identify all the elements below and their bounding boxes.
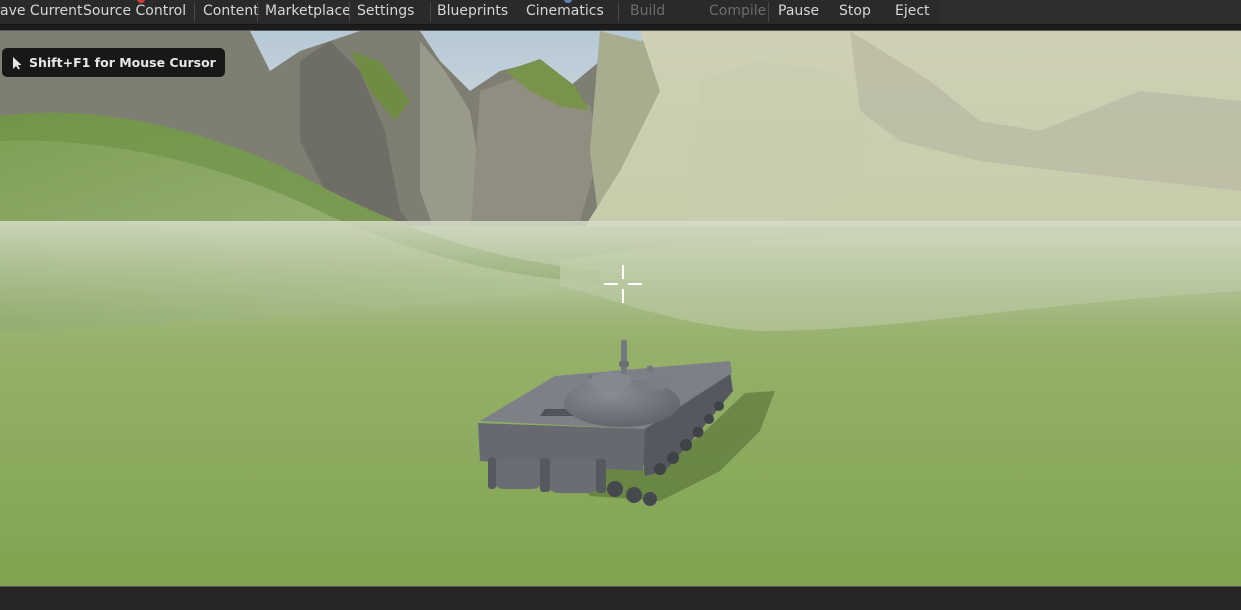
toolbar-divider xyxy=(257,2,258,22)
settings-button[interactable]: Settings xyxy=(357,0,414,22)
mouse-pointer-icon xyxy=(13,56,22,69)
content-button[interactable]: Content xyxy=(203,0,259,22)
toolbar-divider xyxy=(618,2,619,22)
stop-button[interactable]: Stop xyxy=(839,0,871,22)
bottom-panel-bar xyxy=(0,587,1241,610)
marketplace-button[interactable]: Marketplace xyxy=(265,0,351,22)
toolbar-divider xyxy=(430,2,431,22)
crosshair-icon xyxy=(604,265,642,303)
build-button[interactable]: Build xyxy=(630,0,665,22)
toolbar-divider xyxy=(349,2,350,22)
scene-render xyxy=(0,31,1241,586)
mouse-cursor-hint: Shift+F1 for Mouse Cursor xyxy=(2,48,225,77)
source-control-button[interactable]: Source Control xyxy=(83,0,186,22)
editor-toolbar: ave Current Source Control Content Marke… xyxy=(0,0,1241,25)
toolbar-empty-area xyxy=(940,0,1241,24)
cinematics-button[interactable]: Cinematics xyxy=(526,0,604,22)
compile-button[interactable]: Compile xyxy=(709,0,766,22)
eject-button[interactable]: Eject xyxy=(895,0,930,22)
game-viewport[interactable] xyxy=(0,30,1241,588)
blueprints-button[interactable]: Blueprints xyxy=(437,0,508,22)
save-current-button[interactable]: ave Current xyxy=(0,0,83,22)
toolbar-divider xyxy=(194,2,195,22)
pause-button[interactable]: Pause xyxy=(778,0,819,22)
toolbar-divider xyxy=(768,2,769,22)
mouse-cursor-hint-text: Shift+F1 for Mouse Cursor xyxy=(29,55,216,70)
